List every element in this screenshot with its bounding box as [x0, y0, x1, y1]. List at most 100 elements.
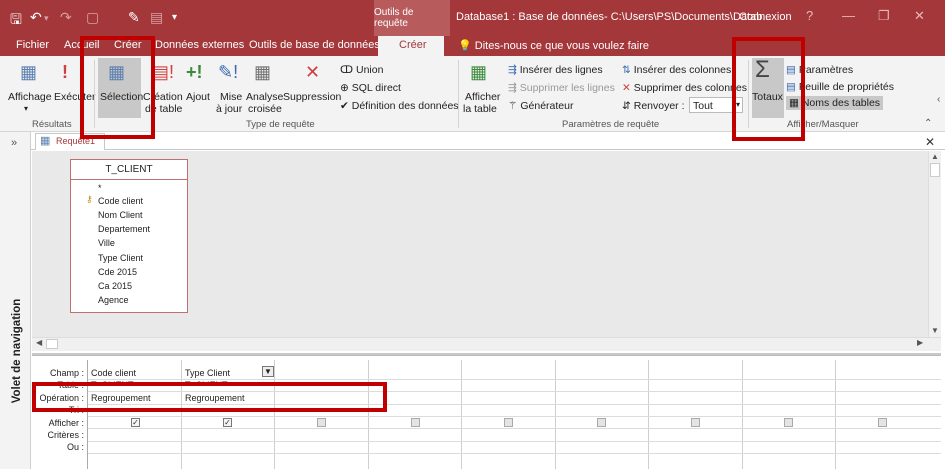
document-tab-strip: [31, 132, 945, 150]
delete-rows-icon: ⇶: [508, 82, 517, 94]
champ-dropdown-button[interactable]: ▼: [262, 366, 274, 377]
grid-checkbox-afficher-5[interactable]: [504, 418, 513, 427]
tell-me-search[interactable]: 💡 Dites-nous ce que vous voulez faire: [458, 39, 649, 52]
print-preview-icon[interactable]: ▢: [86, 9, 99, 26]
sql-direct-button[interactable]: ⊕ SQL direct: [340, 82, 401, 94]
field-ville[interactable]: Ville: [98, 238, 115, 248]
grid-checkbox-afficher-9[interactable]: [878, 418, 887, 427]
grid-checkbox-afficher-7[interactable]: [691, 418, 700, 427]
undo-icon[interactable]: ↶: [30, 9, 42, 26]
datasheet-view-icon: ▦: [20, 62, 38, 82]
grid-checkbox-afficher-4[interactable]: [411, 418, 420, 427]
row-label-afficher: Afficher :: [48, 418, 84, 428]
group-label-type-requete: Type de requête: [246, 119, 315, 130]
scroll-left-icon[interactable]: ◀: [36, 338, 42, 347]
scroll-up-icon[interactable]: ▲: [931, 152, 939, 161]
close-icon[interactable]: ✕: [914, 8, 925, 24]
field-code-client[interactable]: Code client: [98, 196, 143, 206]
union-icon: ↀ: [340, 64, 354, 76]
union-label: Union: [356, 64, 384, 76]
navigation-pane-label[interactable]: Volet de navigation: [11, 286, 23, 416]
lightbulb-icon: 💡: [458, 40, 472, 52]
save-icon[interactable]: 🖫: [10, 9, 22, 33]
undo-dropdown-icon[interactable]: ▾: [44, 13, 49, 24]
inserer-lignes-button[interactable]: ⇶ Insérer des lignes: [508, 64, 603, 76]
append-icon: +!: [186, 62, 203, 82]
insert-columns-icon: ⇅: [622, 64, 631, 76]
sign-in-link[interactable]: Connexion: [739, 11, 792, 23]
grid-checkbox-afficher-3[interactable]: [317, 418, 326, 427]
grid-checkbox-afficher-1[interactable]: ✓: [131, 418, 140, 427]
tab-outils-base-de-donnees[interactable]: Outils de base de données: [249, 39, 380, 51]
row-label-champ: Champ :: [49, 368, 84, 378]
context-tab-label: Outils de requête: [374, 0, 450, 36]
row-label-criteres: Critères :: [47, 430, 84, 440]
affichage-button[interactable]: Affichage: [8, 91, 52, 103]
horizontal-scrollbar[interactable]: [32, 337, 941, 351]
field-departement[interactable]: Departement: [98, 224, 150, 234]
analyse-croisee-button[interactable]: Analyse: [246, 91, 283, 103]
sql-direct-label: SQL direct: [351, 82, 401, 94]
tab-creer-active-label: Créer: [399, 39, 427, 51]
supprimer-lignes-button[interactable]: ⇶ Supprimer les lignes: [508, 82, 615, 94]
field-type-client[interactable]: Type Client: [98, 253, 143, 263]
ajout-button[interactable]: Ajout: [186, 91, 210, 103]
field-ca-2015[interactable]: Ca 2015: [98, 281, 132, 291]
supprimer-colonnes-button[interactable]: ✕ Supprimer des colonnes: [622, 82, 747, 94]
vertical-scrollbar[interactable]: [928, 151, 941, 337]
scroll-down-icon[interactable]: ▼: [931, 326, 939, 335]
ribbon-scroll-icon[interactable]: ‹: [937, 94, 940, 105]
crosstab-icon: ▦: [254, 62, 272, 82]
redo-icon[interactable]: ↷: [60, 9, 72, 26]
make-table-icon: ▤!: [152, 62, 175, 82]
feuille-proprietes-label: Feuille de propriétés: [798, 81, 894, 93]
field-all[interactable]: *: [98, 183, 102, 193]
grid-row-divider: [88, 453, 941, 454]
mise-a-jour-button[interactable]: Mise: [220, 91, 242, 103]
collapse-ribbon-icon[interactable]: ⌃: [924, 118, 932, 129]
grid-splitter[interactable]: [32, 353, 941, 355]
afficher-table-button[interactable]: Afficher: [465, 91, 500, 103]
inserer-colonnes-button[interactable]: ⇅ Insérer des colonnes: [622, 64, 731, 76]
field-cde-2015[interactable]: Cde 2015: [98, 267, 137, 277]
grid-checkbox-afficher-8[interactable]: [784, 418, 793, 427]
grid-cell-champ-1[interactable]: Code client: [91, 368, 136, 378]
supprimer-colonnes-label: Supprimer des colonnes: [633, 82, 747, 94]
field-agence[interactable]: Agence: [98, 295, 129, 305]
annotation-box-totaux: [732, 37, 805, 141]
table-icon[interactable]: ▤: [150, 9, 163, 26]
generateur-button[interactable]: ⚚ Générateur: [508, 100, 573, 112]
group-label-parametres: Paramètres de requête: [562, 119, 660, 130]
chevron-down-icon: ▼: [264, 367, 272, 376]
generateur-label: Générateur: [520, 100, 574, 112]
field-nom-client[interactable]: Nom Client: [98, 210, 143, 220]
inserer-lignes-label: Insérer des lignes: [519, 64, 603, 76]
suppression-button[interactable]: Suppression: [283, 91, 341, 103]
definition-donnees-button[interactable]: ✔ Définition des données: [340, 100, 459, 112]
union-button[interactable]: ↀ Union: [340, 64, 383, 76]
grid-row-divider: [88, 428, 941, 429]
grid-cell-champ-2[interactable]: Type Client: [185, 368, 230, 378]
delete-columns-icon: ✕: [622, 82, 631, 94]
tab-fichier[interactable]: Fichier: [16, 39, 49, 51]
expand-nav-icon[interactable]: »: [11, 137, 17, 149]
parametres-label: Paramètres: [798, 64, 854, 76]
annotation-box-creer-selection: [80, 36, 155, 139]
close-document-icon[interactable]: ✕: [925, 135, 935, 149]
scroll-right-icon[interactable]: ▶: [917, 338, 923, 347]
vertical-scroll-thumb[interactable]: [930, 163, 940, 177]
query-icon[interactable]: ✎: [128, 9, 140, 26]
minimize-icon[interactable]: —: [842, 8, 855, 23]
grid-checkbox-afficher-2[interactable]: ✓: [223, 418, 232, 427]
customize-qat-icon[interactable]: ▾: [172, 12, 177, 23]
grid-checkbox-afficher-6[interactable]: [597, 418, 606, 427]
horizontal-scroll-thumb[interactable]: [46, 339, 58, 349]
supprimer-lignes-label: Supprimer les lignes: [519, 82, 615, 94]
tab-donnees-externes[interactable]: Données externes: [155, 39, 244, 51]
afficher-table-label-2: la table: [463, 103, 497, 115]
chevron-down-icon[interactable]: ▾: [24, 103, 28, 115]
restore-icon[interactable]: ❐: [878, 8, 890, 24]
run-icon: !: [62, 62, 68, 82]
help-icon[interactable]: ?: [806, 8, 813, 23]
query-grid: [32, 355, 941, 469]
